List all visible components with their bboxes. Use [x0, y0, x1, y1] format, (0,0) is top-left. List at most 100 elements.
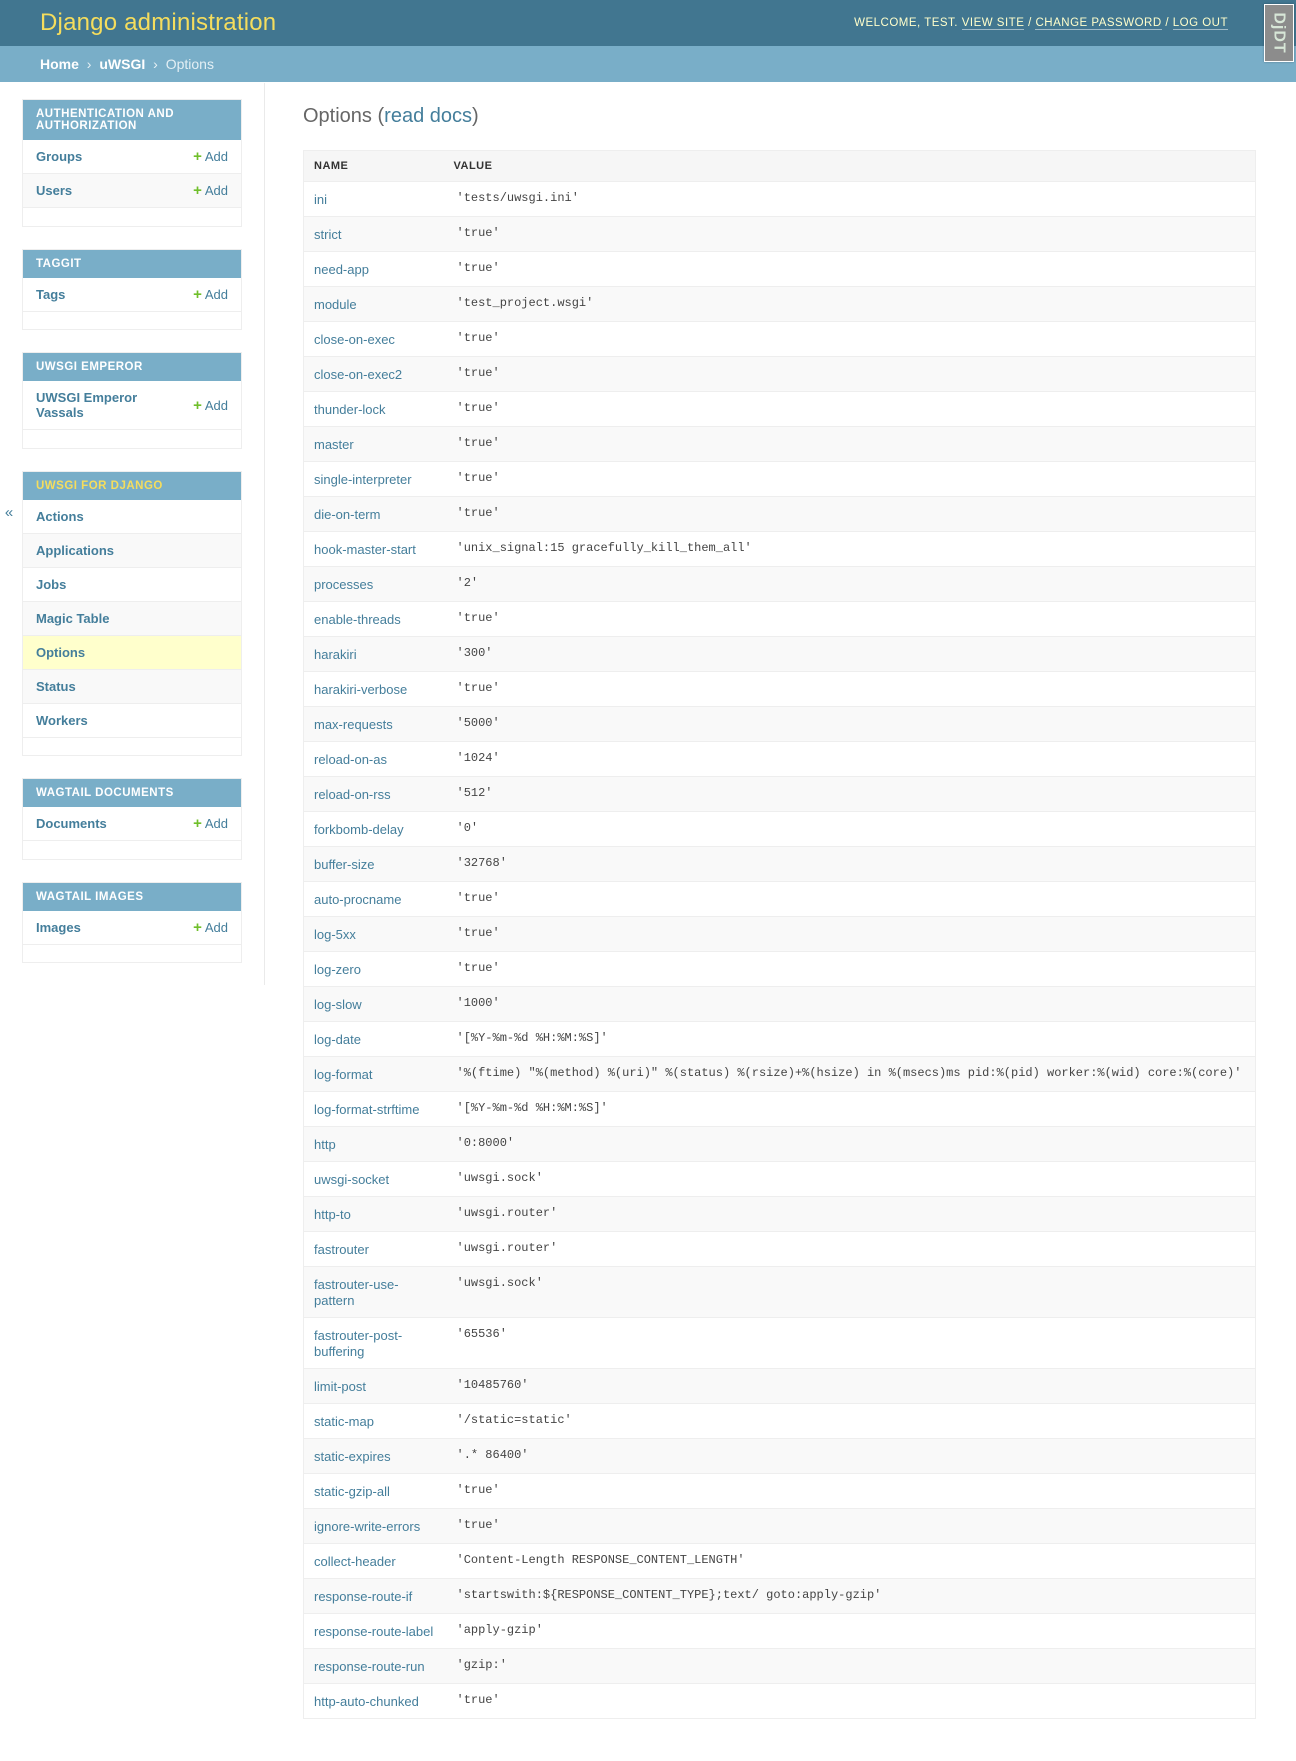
option-name-link[interactable]: uwsgi-socket: [314, 1172, 389, 1187]
sidebar-module-spacer-cell: [23, 840, 241, 859]
option-name-link[interactable]: forkbomb-delay: [314, 822, 404, 837]
option-name-link[interactable]: static-expires: [314, 1449, 391, 1464]
sidebar-add-link[interactable]: + Add: [193, 920, 228, 935]
option-name-link[interactable]: module: [314, 297, 357, 312]
sidebar-item-images[interactable]: Images + Add: [23, 911, 241, 944]
option-name-cell: uwsgi-socket: [304, 1162, 444, 1197]
sidebar-item-label[interactable]: Jobs: [36, 577, 66, 592]
option-value-cell: 'tests/uwsgi.ini': [456, 191, 579, 205]
option-value-cell: 'true': [456, 401, 500, 415]
option-name-link[interactable]: limit-post: [314, 1379, 366, 1394]
option-name-cell: collect-header: [304, 1544, 444, 1579]
sidebar-module-caption[interactable]: WAGTAIL DOCUMENTS: [23, 779, 241, 807]
sidebar-item-cell: Options: [23, 635, 197, 669]
option-name-link[interactable]: fastrouter-post-buffering: [314, 1328, 402, 1359]
option-name-link[interactable]: fastrouter: [314, 1242, 369, 1257]
option-name-link[interactable]: log-slow: [314, 997, 362, 1012]
option-name-link[interactable]: max-requests: [314, 717, 393, 732]
sidebar-item-label[interactable]: Tags: [36, 287, 65, 302]
sidebar-item-label[interactable]: Applications: [36, 543, 114, 558]
option-name-link[interactable]: http-to: [314, 1207, 351, 1222]
sidebar-item-applications[interactable]: Applications: [23, 533, 241, 567]
sidebar-item-label[interactable]: Users: [36, 183, 72, 198]
sidebar-add-link[interactable]: + Add: [193, 149, 228, 164]
sidebar-item-label[interactable]: Magic Table: [36, 611, 109, 626]
option-name-link[interactable]: strict: [314, 227, 341, 242]
option-name-link[interactable]: single-interpreter: [314, 472, 412, 487]
option-name-link[interactable]: close-on-exec2: [314, 367, 402, 382]
option-name-link[interactable]: hook-master-start: [314, 542, 416, 557]
plus-icon: +: [193, 815, 202, 832]
sidebar-item-label[interactable]: UWSGI Emperor Vassals: [36, 390, 137, 420]
sidebar-item-users[interactable]: Users + Add: [23, 173, 241, 208]
option-value-cell: 'uwsgi.router': [456, 1206, 558, 1220]
sidebar-item-jobs[interactable]: Jobs: [23, 567, 241, 601]
change-password-link[interactable]: CHANGE PASSWORD: [1035, 17, 1162, 30]
sidebar-item-label[interactable]: Groups: [36, 149, 82, 164]
option-name-link[interactable]: log-format: [314, 1067, 373, 1082]
sidebar-module-caption[interactable]: WAGTAIL IMAGES: [23, 882, 241, 911]
sidebar-module-caption[interactable]: UWSGI EMPEROR: [23, 353, 241, 381]
sidebar-item-workers[interactable]: Workers: [23, 703, 241, 737]
option-name-link[interactable]: auto-procname: [314, 892, 401, 907]
option-name-link[interactable]: die-on-term: [314, 507, 380, 522]
option-name-link[interactable]: need-app: [314, 262, 369, 277]
sidebar-item-tags[interactable]: Tags + Add: [23, 278, 241, 311]
column-header-name: NAME: [303, 150, 444, 182]
option-name-link[interactable]: log-zero: [314, 962, 361, 977]
option-name-link[interactable]: response-route-if: [314, 1589, 412, 1604]
option-name-link[interactable]: http: [314, 1137, 336, 1152]
sidebar-add-link[interactable]: + Add: [193, 183, 228, 198]
option-name-link[interactable]: buffer-size: [314, 857, 374, 872]
sidebar-add-link[interactable]: + Add: [193, 287, 228, 302]
option-name-link[interactable]: close-on-exec: [314, 332, 395, 347]
option-name-link[interactable]: harakiri: [314, 647, 357, 662]
option-name-link[interactable]: ignore-write-errors: [314, 1519, 420, 1534]
read-docs-link[interactable]: read docs: [384, 105, 472, 127]
option-name-link[interactable]: log-date: [314, 1032, 361, 1047]
option-name-link[interactable]: response-route-run: [314, 1659, 425, 1674]
option-name-link[interactable]: enable-threads: [314, 612, 401, 627]
option-name-link[interactable]: fastrouter-use-pattern: [314, 1277, 399, 1308]
option-name-link[interactable]: collect-header: [314, 1554, 396, 1569]
sidebar-module-caption[interactable]: AUTHENTICATION AND AUTHORIZATION: [23, 100, 241, 140]
option-name-link[interactable]: master: [314, 437, 354, 452]
sidebar-item-groups[interactable]: Groups + Add: [23, 140, 241, 174]
log-out-link[interactable]: LOG OUT: [1172, 17, 1228, 30]
breadcrumb-home[interactable]: Home: [40, 56, 79, 72]
sidebar-item-label[interactable]: Workers: [36, 713, 88, 728]
sidebar-item-label[interactable]: Status: [36, 679, 76, 694]
sidebar-module-caption[interactable]: UWSGI FOR DJANGO: [23, 471, 241, 500]
sidebar-item-label[interactable]: Options: [36, 645, 85, 660]
option-name-link[interactable]: reload-on-as: [314, 752, 387, 767]
option-name-link[interactable]: log-format-strftime: [314, 1102, 419, 1117]
option-name-link[interactable]: thunder-lock: [314, 402, 386, 417]
sidebar-item-uwsgi-emperor-vassals[interactable]: UWSGI Emperor Vassals + Add: [23, 381, 241, 430]
toggle-nav-sidebar-button[interactable]: «: [0, 498, 18, 528]
sidebar-item-actions[interactable]: Actions: [23, 500, 241, 533]
sidebar-add-link[interactable]: + Add: [193, 398, 228, 413]
sidebar-item-label[interactable]: Documents: [36, 816, 107, 831]
option-name-link[interactable]: processes: [314, 577, 373, 592]
option-name-link[interactable]: ini: [314, 192, 327, 207]
option-name-link[interactable]: static-gzip-all: [314, 1484, 390, 1499]
sidebar-item-status[interactable]: Status: [23, 669, 241, 703]
option-name-link[interactable]: static-map: [314, 1414, 374, 1429]
table-row: close-on-exec 'true': [303, 322, 1256, 357]
sidebar-item-label[interactable]: Images: [36, 920, 81, 935]
option-name-link[interactable]: harakiri-verbose: [314, 682, 407, 697]
option-name-link[interactable]: http-auto-chunked: [314, 1694, 419, 1709]
site-title[interactable]: Django administration: [40, 11, 276, 35]
django-debug-toolbar-handle[interactable]: DjDT: [1264, 4, 1294, 62]
breadcrumb-app[interactable]: uWSGI: [99, 56, 145, 72]
sidebar-module-caption[interactable]: TAGGIT: [23, 249, 241, 278]
option-name-link[interactable]: log-5xx: [314, 927, 356, 942]
option-name-link[interactable]: response-route-label: [314, 1624, 433, 1639]
option-name-link[interactable]: reload-on-rss: [314, 787, 391, 802]
view-site-link[interactable]: VIEW SITE: [961, 17, 1025, 30]
sidebar-item-magic-table[interactable]: Magic Table: [23, 601, 241, 635]
sidebar-item-documents[interactable]: Documents + Add: [23, 807, 241, 841]
sidebar-item-label[interactable]: Actions: [36, 509, 84, 524]
sidebar-add-link[interactable]: + Add: [193, 816, 228, 831]
sidebar-item-options[interactable]: Options: [23, 635, 241, 669]
